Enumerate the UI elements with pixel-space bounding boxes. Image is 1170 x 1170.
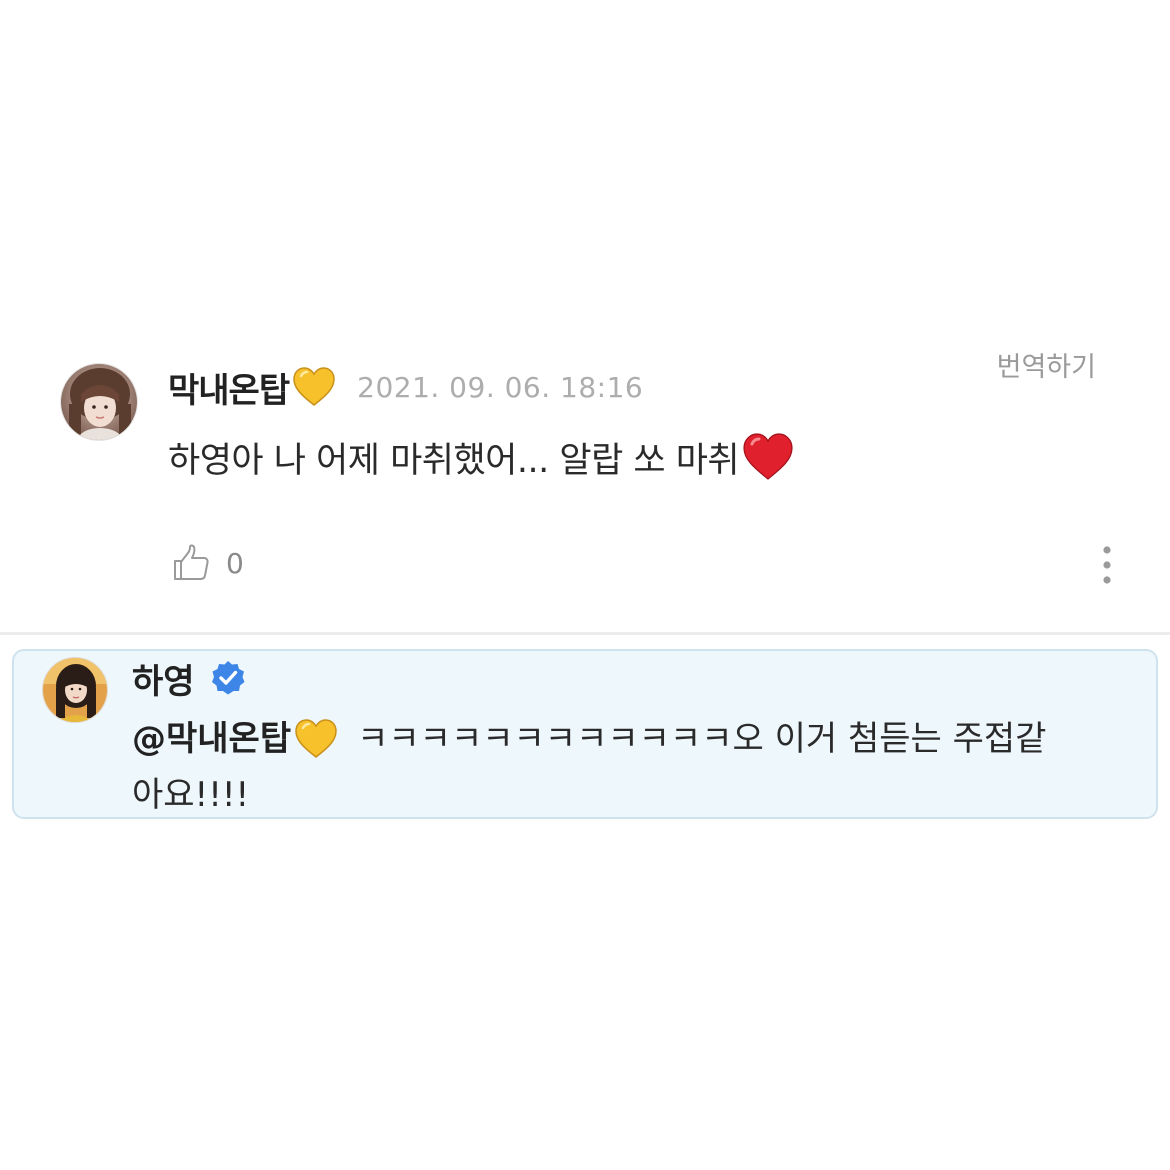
comment-header: 막내온탑 2021. 09. 06. 18:16 (168, 362, 643, 412)
comment-author-avatar[interactable] (60, 363, 138, 441)
more-options-button[interactable] (1090, 540, 1124, 590)
verified-badge-icon (209, 659, 247, 697)
artist-reply: 하영 @막내온탑 ㅋㅋㅋㅋㅋㅋㅋㅋㅋㅋㅋㅋ오 이거 첨듣는 주접같 아요!!!! (12, 649, 1158, 819)
like-button[interactable]: 0 (170, 538, 244, 588)
mention-link[interactable]: @막내온탑 (132, 711, 291, 767)
user-avatar-photo (61, 364, 137, 440)
reply-text-line-1: ㅋㅋㅋㅋㅋㅋㅋㅋㅋㅋㅋㅋ오 이거 첨듣는 주접같 (357, 719, 1047, 759)
more-vertical-icon (1103, 546, 1111, 584)
red-heart-icon (741, 430, 795, 484)
reply-author-name[interactable]: 하영 (132, 654, 195, 703)
comment-thread: 막내온탑 2021. 09. 06. 18:16 번역하기 하영아 나 어제 마… (0, 0, 1170, 1170)
reply-text-line-2: 아요!!!! (132, 775, 250, 815)
thumbs-up-icon (174, 544, 209, 580)
artist-avatar-photo (43, 658, 107, 722)
reply-line-2: 아요!!!! (132, 767, 1122, 823)
reply-line-1: @막내온탑 ㅋㅋㅋㅋㅋㅋㅋㅋㅋㅋㅋㅋ오 이거 첨듣는 주접같 (132, 711, 1122, 767)
reply-body: @막내온탑 ㅋㅋㅋㅋㅋㅋㅋㅋㅋㅋㅋㅋ오 이거 첨듣는 주접같 아요!!!! (132, 711, 1122, 823)
comment-timestamp: 2021. 09. 06. 18:16 (357, 370, 644, 404)
yellow-heart-icon (291, 364, 337, 410)
yellow-heart-icon (293, 716, 339, 762)
reply-author-avatar[interactable] (42, 657, 108, 723)
comment-text: 하영아 나 어제 마취했어... 알랍 쏘 마취 (168, 440, 740, 481)
comment-body: 하영아 나 어제 마취했어... 알랍 쏘 마취 (168, 428, 795, 486)
divider (0, 632, 1170, 635)
like-count: 0 (226, 546, 244, 580)
reply-header: 하영 (132, 653, 247, 703)
comment-author-name[interactable]: 막내온탑 (168, 363, 290, 412)
translate-button[interactable]: 번역하기 (997, 345, 1096, 384)
